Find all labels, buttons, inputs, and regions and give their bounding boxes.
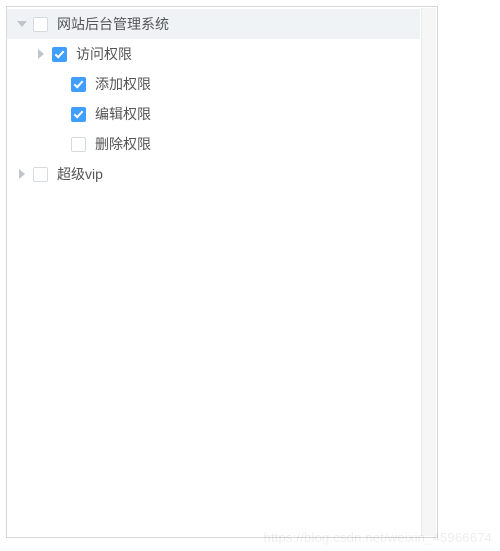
tree-node-label: 添加权限: [95, 69, 151, 99]
tree-node-root-backend[interactable]: 网站后台管理系统: [7, 9, 420, 39]
expand-toggle-icon[interactable]: [11, 169, 33, 179]
expand-toggle-icon[interactable]: [30, 49, 52, 59]
vertical-scrollbar[interactable]: [421, 8, 436, 536]
checkbox[interactable]: [33, 17, 48, 32]
tree-node-label: 访问权限: [76, 39, 132, 69]
tree-node-add-perm[interactable]: 添加权限: [7, 69, 420, 99]
expand-toggle-placeholder: [49, 79, 71, 89]
tree-panel: 网站后台管理系统 访问权限: [6, 6, 438, 538]
indent: [7, 144, 49, 145]
checkbox[interactable]: [52, 47, 67, 62]
tree-node-edit-perm[interactable]: 编辑权限: [7, 99, 420, 129]
tree-node-label: 编辑权限: [95, 99, 151, 129]
tree-node-label: 超级vip: [57, 159, 103, 189]
tree-node-delete-perm[interactable]: 删除权限: [7, 129, 420, 159]
permission-tree: 网站后台管理系统 访问权限: [7, 9, 437, 189]
expand-toggle-placeholder: [49, 139, 71, 149]
tree-node-super-vip[interactable]: 超级vip: [7, 159, 420, 189]
tree-node-access-perm[interactable]: 访问权限: [7, 39, 420, 69]
tree-node-label: 删除权限: [95, 129, 151, 159]
checkbox[interactable]: [71, 77, 86, 92]
expand-toggle-placeholder: [49, 109, 71, 119]
indent: [7, 54, 30, 55]
indent: [7, 114, 49, 115]
expand-toggle-icon[interactable]: [11, 19, 33, 29]
checkbox[interactable]: [71, 107, 86, 122]
checkbox[interactable]: [33, 167, 48, 182]
checkbox[interactable]: [71, 137, 86, 152]
tree-node-label: 网站后台管理系统: [57, 9, 169, 39]
indent: [7, 84, 49, 85]
